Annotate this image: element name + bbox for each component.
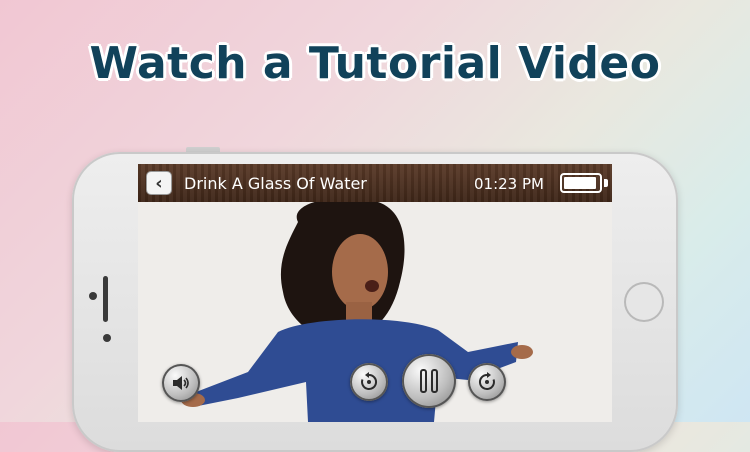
forward-button[interactable] (468, 363, 506, 401)
volume-button[interactable] (162, 364, 200, 402)
rewind-button[interactable] (350, 363, 388, 401)
pause-icon (420, 369, 438, 393)
battery-icon (560, 173, 602, 193)
pause-button[interactable] (402, 354, 456, 408)
battery-level (564, 177, 596, 189)
player-title-bar: ‹ Drink A Glass Of Water 01:23 PM (138, 164, 612, 202)
clock-text: 01:23 PM (474, 175, 544, 193)
chevron-left-icon: ‹ (155, 172, 163, 194)
rewind-icon (361, 372, 378, 390)
video-title: Drink A Glass Of Water (184, 174, 367, 193)
home-button[interactable] (624, 282, 664, 322)
forward-icon (478, 372, 495, 390)
back-button[interactable]: ‹ (146, 171, 172, 195)
volume-icon (173, 376, 189, 390)
page-headline: Watch a Tutorial Video (89, 38, 661, 89)
video-player[interactable]: ‹ Drink A Glass Of Water 01:23 PM (138, 164, 612, 422)
phone-speaker (103, 276, 108, 322)
phone-camera-dot (103, 334, 111, 342)
phone-sensor-dot (89, 292, 97, 300)
battery-cap (604, 179, 608, 187)
